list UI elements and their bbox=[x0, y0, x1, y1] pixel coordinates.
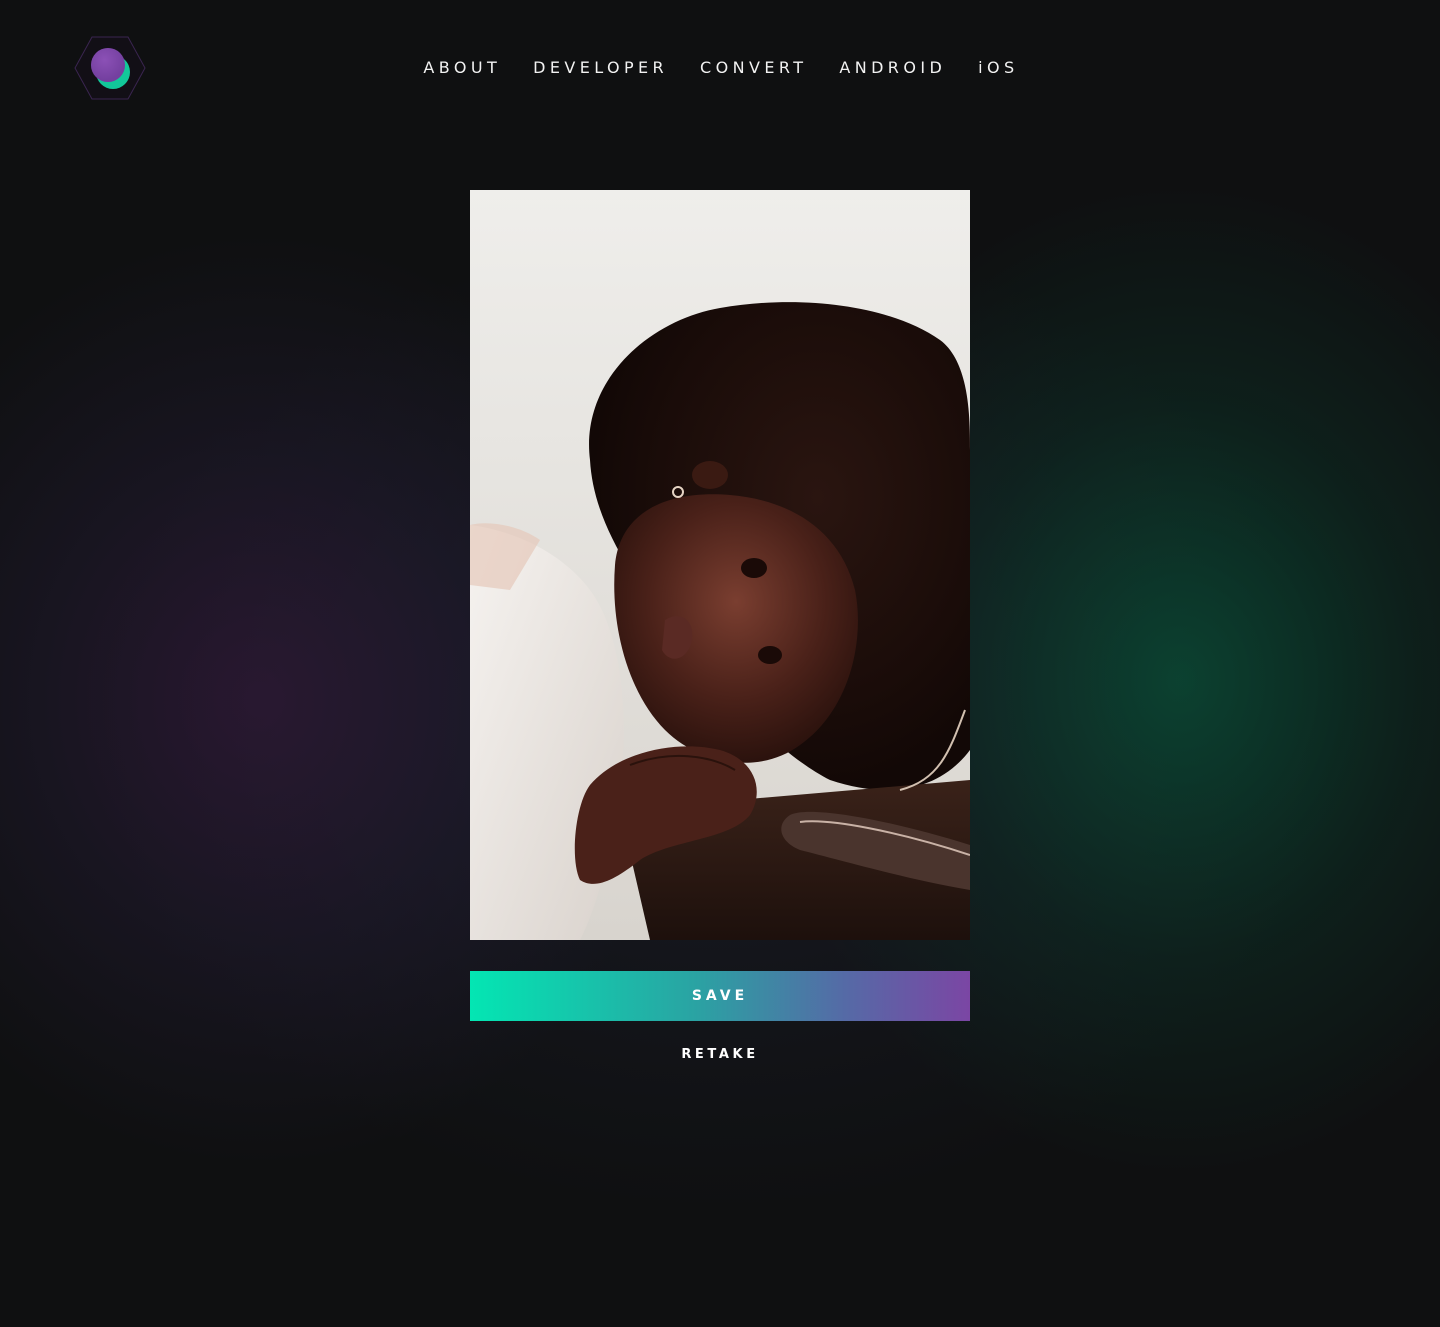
nav-item-convert[interactable]: CONVERT bbox=[700, 58, 807, 78]
nav-list: ABOUT DEVELOPER CONVERT ANDROID iOS bbox=[407, 58, 1034, 78]
retake-button[interactable]: RETAKE bbox=[620, 1040, 820, 1068]
main-nav: ABOUT DEVELOPER CONVERT ANDROID iOS bbox=[0, 58, 1440, 78]
captured-photo bbox=[470, 190, 970, 940]
save-button[interactable]: SAVE bbox=[470, 971, 970, 1021]
nav-item-ios[interactable]: iOS bbox=[978, 58, 1018, 78]
nav-item-about[interactable]: ABOUT bbox=[423, 58, 501, 78]
page: ABOUT DEVELOPER CONVERT ANDROID iOS SAVE… bbox=[0, 0, 1440, 1327]
nav-item-developer[interactable]: DEVELOPER bbox=[533, 58, 668, 78]
nav-item-android[interactable]: ANDROID bbox=[839, 58, 946, 78]
portrait-photo-image bbox=[470, 190, 970, 940]
